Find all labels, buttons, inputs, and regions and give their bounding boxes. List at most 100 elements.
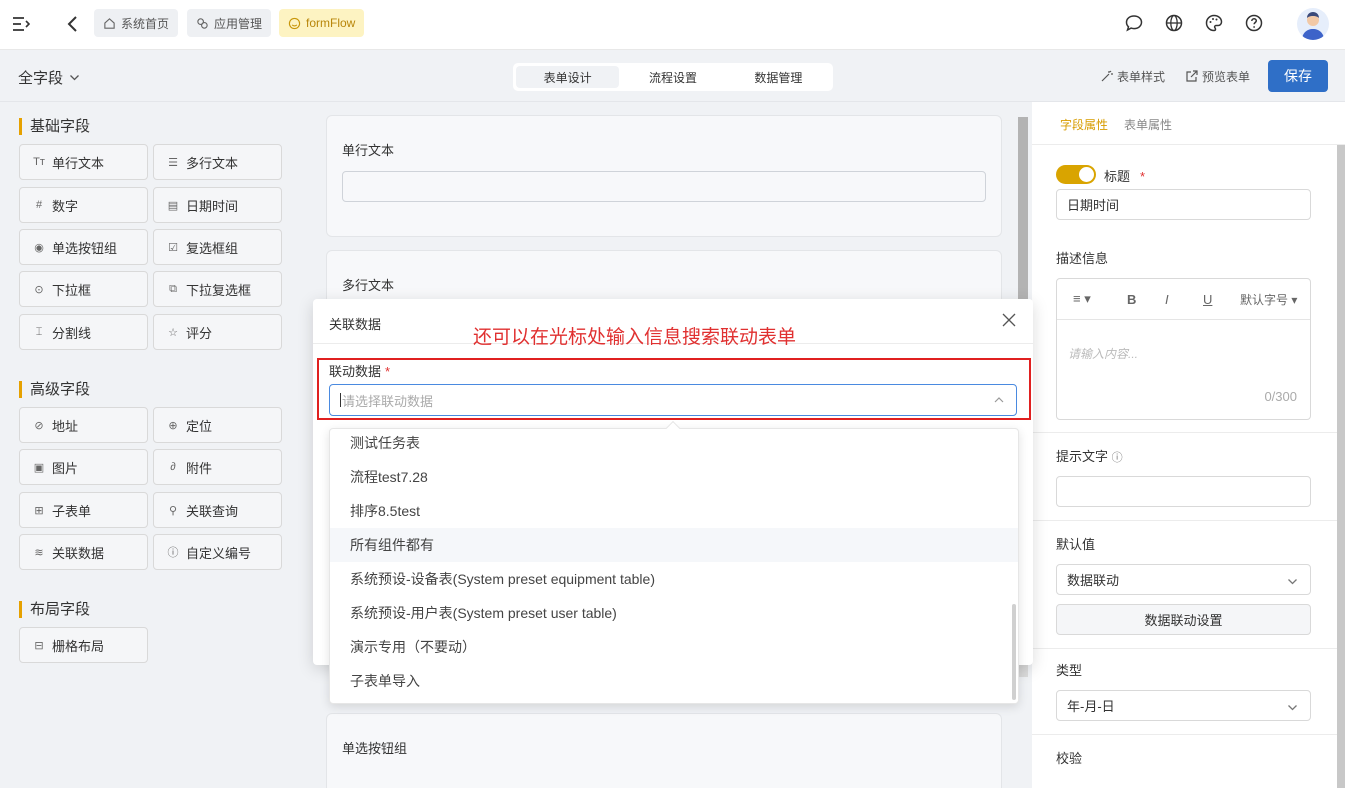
menu-collapse-icon[interactable]: [12, 15, 30, 33]
radio-icon: ◉: [34, 241, 44, 254]
field-related-data[interactable]: ≋ 关联数据: [19, 534, 148, 570]
canvas-field-radio-group[interactable]: 单选按钮组: [326, 713, 1002, 788]
description-editor[interactable]: ≡ ▾ B I U 默认字号 ▾ 请输入内容... 0/300: [1056, 278, 1311, 420]
info-icon: ⓘ: [167, 547, 179, 559]
field-scope-dropdown[interactable]: 全字段: [18, 67, 80, 88]
group-title-basic: 基础字段: [19, 118, 90, 135]
field-location[interactable]: ⊕ 定位: [153, 407, 282, 443]
data-linkage-settings-button[interactable]: 数据联动设置: [1056, 604, 1311, 635]
font-size-select[interactable]: 默认字号 ▾: [1240, 291, 1297, 308]
default-value-select[interactable]: 数据联动: [1056, 564, 1311, 595]
field-palette: 基础字段 Tт 单行文本 ☰ 多行文本 # 数字 ▤ 日期时间 ◉ 单选按钮组 ☑ 复选框组…: [0, 102, 312, 788]
tab-form-design[interactable]: 表单设计: [516, 66, 620, 88]
back-icon[interactable]: [64, 14, 82, 34]
field-select[interactable]: ⊙ 下拉框: [19, 271, 148, 307]
field-checkbox-group[interactable]: ☑ 复选框组: [153, 229, 282, 265]
field-label: 子表单: [52, 503, 92, 519]
palette-icon[interactable]: [1204, 13, 1224, 33]
field-label: 下拉框: [52, 282, 92, 298]
form-style-button[interactable]: 表单样式: [1100, 68, 1165, 85]
field-label: 自定义编号: [186, 545, 252, 561]
field-scope-label: 全字段: [18, 70, 64, 87]
apps-icon: [197, 17, 208, 29]
breadcrumb-label: 应用管理: [214, 16, 263, 31]
tab-data-management[interactable]: 数据管理: [727, 66, 830, 88]
italic-icon[interactable]: I: [1165, 292, 1169, 307]
field-single-line-text[interactable]: Tт 单行文本: [19, 144, 148, 180]
canvas-field-label: 单选按钮组: [342, 741, 408, 756]
field-grid-layout[interactable]: ⊟ 栅格布局: [19, 627, 148, 663]
properties-scrollbar[interactable]: [1337, 145, 1345, 788]
help-icon[interactable]: [1244, 13, 1264, 33]
breadcrumb-apps[interactable]: 应用管理: [187, 9, 272, 37]
field-attachment[interactable]: ∂ 附件: [153, 449, 282, 485]
tab-field-properties[interactable]: 字段属性: [1060, 116, 1108, 133]
avatar[interactable]: [1297, 8, 1329, 40]
multiselect-icon: ⧉: [169, 282, 177, 295]
underline-icon[interactable]: U: [1203, 292, 1212, 307]
field-label: 多行文本: [186, 155, 239, 171]
divider: [1032, 144, 1345, 145]
linkage-data-select[interactable]: 请选择联动数据: [329, 384, 1017, 416]
tab-form-properties[interactable]: 表单属性: [1124, 116, 1172, 133]
field-label: 评分: [186, 325, 213, 341]
divider: [1032, 734, 1345, 735]
field-label: 单选按钮组: [52, 240, 118, 256]
title-visible-toggle[interactable]: [1056, 165, 1096, 184]
save-button[interactable]: 保存: [1268, 60, 1328, 92]
dropdown-option[interactable]: 系统预设-设备表(System preset equipment table): [330, 562, 1018, 596]
type-select[interactable]: 年-月-日: [1056, 690, 1311, 721]
dropdown-option[interactable]: 演示专用（不要动）: [330, 630, 1018, 664]
field-image[interactable]: ▣ 图片: [19, 449, 148, 485]
title-label: 标题 *: [1104, 169, 1146, 184]
smile-icon: [288, 17, 301, 29]
default-value-label: 默认值: [1056, 537, 1096, 552]
modal-title: 关联数据: [329, 317, 382, 332]
type-label: 类型: [1056, 663, 1083, 678]
chevron-down-icon: [1288, 705, 1297, 711]
dropdown-option[interactable]: 子表单导入: [330, 664, 1018, 698]
breadcrumb-home[interactable]: 系统首页: [94, 9, 179, 37]
align-icon[interactable]: ≡ ▾: [1073, 291, 1091, 307]
breadcrumb-formflow[interactable]: formFlow: [279, 9, 365, 37]
field-number[interactable]: # 数字: [19, 187, 148, 223]
field-rating[interactable]: ☆ 评分: [153, 314, 282, 350]
field-radio-group[interactable]: ◉ 单选按钮组: [19, 229, 148, 265]
field-multi-line-text[interactable]: ☰ 多行文本: [153, 144, 282, 180]
field-divider[interactable]: ⌶ 分割线: [19, 314, 148, 350]
dropdown-scrollbar[interactable]: [1012, 604, 1016, 700]
field-subform[interactable]: ⊞ 子表单: [19, 492, 148, 528]
char-count: 0/300: [1264, 389, 1297, 404]
group-title-advanced: 高级字段: [19, 381, 90, 398]
search-icon: ⚲: [168, 504, 178, 517]
preview-form-button[interactable]: 预览表单: [1185, 68, 1250, 85]
dropdown-option[interactable]: 流程test7.28: [330, 460, 1018, 494]
field-datetime[interactable]: ▤ 日期时间: [153, 187, 282, 223]
top-bar: 系统首页 应用管理 formFlow: [0, 0, 1345, 50]
star-icon: ☆: [168, 326, 178, 339]
hint-input[interactable]: [1056, 476, 1311, 507]
field-multi-select[interactable]: ⧉ 下拉复选框: [153, 271, 282, 307]
field-address[interactable]: ⊘ 地址: [19, 407, 148, 443]
globe-icon[interactable]: [1164, 13, 1184, 33]
tab-flow-settings[interactable]: 流程设置: [621, 66, 724, 88]
dropdown-option[interactable]: 排序8.5test: [330, 494, 1018, 528]
table-icon: ⊞: [34, 504, 44, 517]
title-input[interactable]: 日期时间: [1056, 189, 1311, 220]
field-related-query[interactable]: ⚲ 关联查询: [153, 492, 282, 528]
designer-toolbar: 全字段 表单设计 流程设置 数据管理 表单样式 预览表单 保存: [0, 51, 1345, 102]
home-icon: [104, 17, 115, 29]
magic-wand-icon: [1101, 70, 1113, 82]
field-label: 日期时间: [186, 198, 239, 214]
canvas-field-single-line[interactable]: 单行文本: [326, 115, 1002, 237]
divider-icon: ⌶: [35, 325, 43, 338]
dropdown-option[interactable]: 系统预设-用户表(System preset user table): [330, 596, 1018, 630]
chat-icon[interactable]: [1124, 13, 1144, 33]
hash-icon: #: [35, 199, 43, 211]
close-icon[interactable]: [1001, 312, 1017, 328]
dropdown-option-hovered[interactable]: 所有组件都有: [330, 528, 1018, 562]
field-custom-number[interactable]: ⓘ 自定义编号: [153, 534, 282, 570]
field-label: 附件: [186, 460, 213, 476]
bold-icon[interactable]: B: [1127, 292, 1136, 307]
type-value-text: 年-月-日: [1067, 699, 1115, 714]
